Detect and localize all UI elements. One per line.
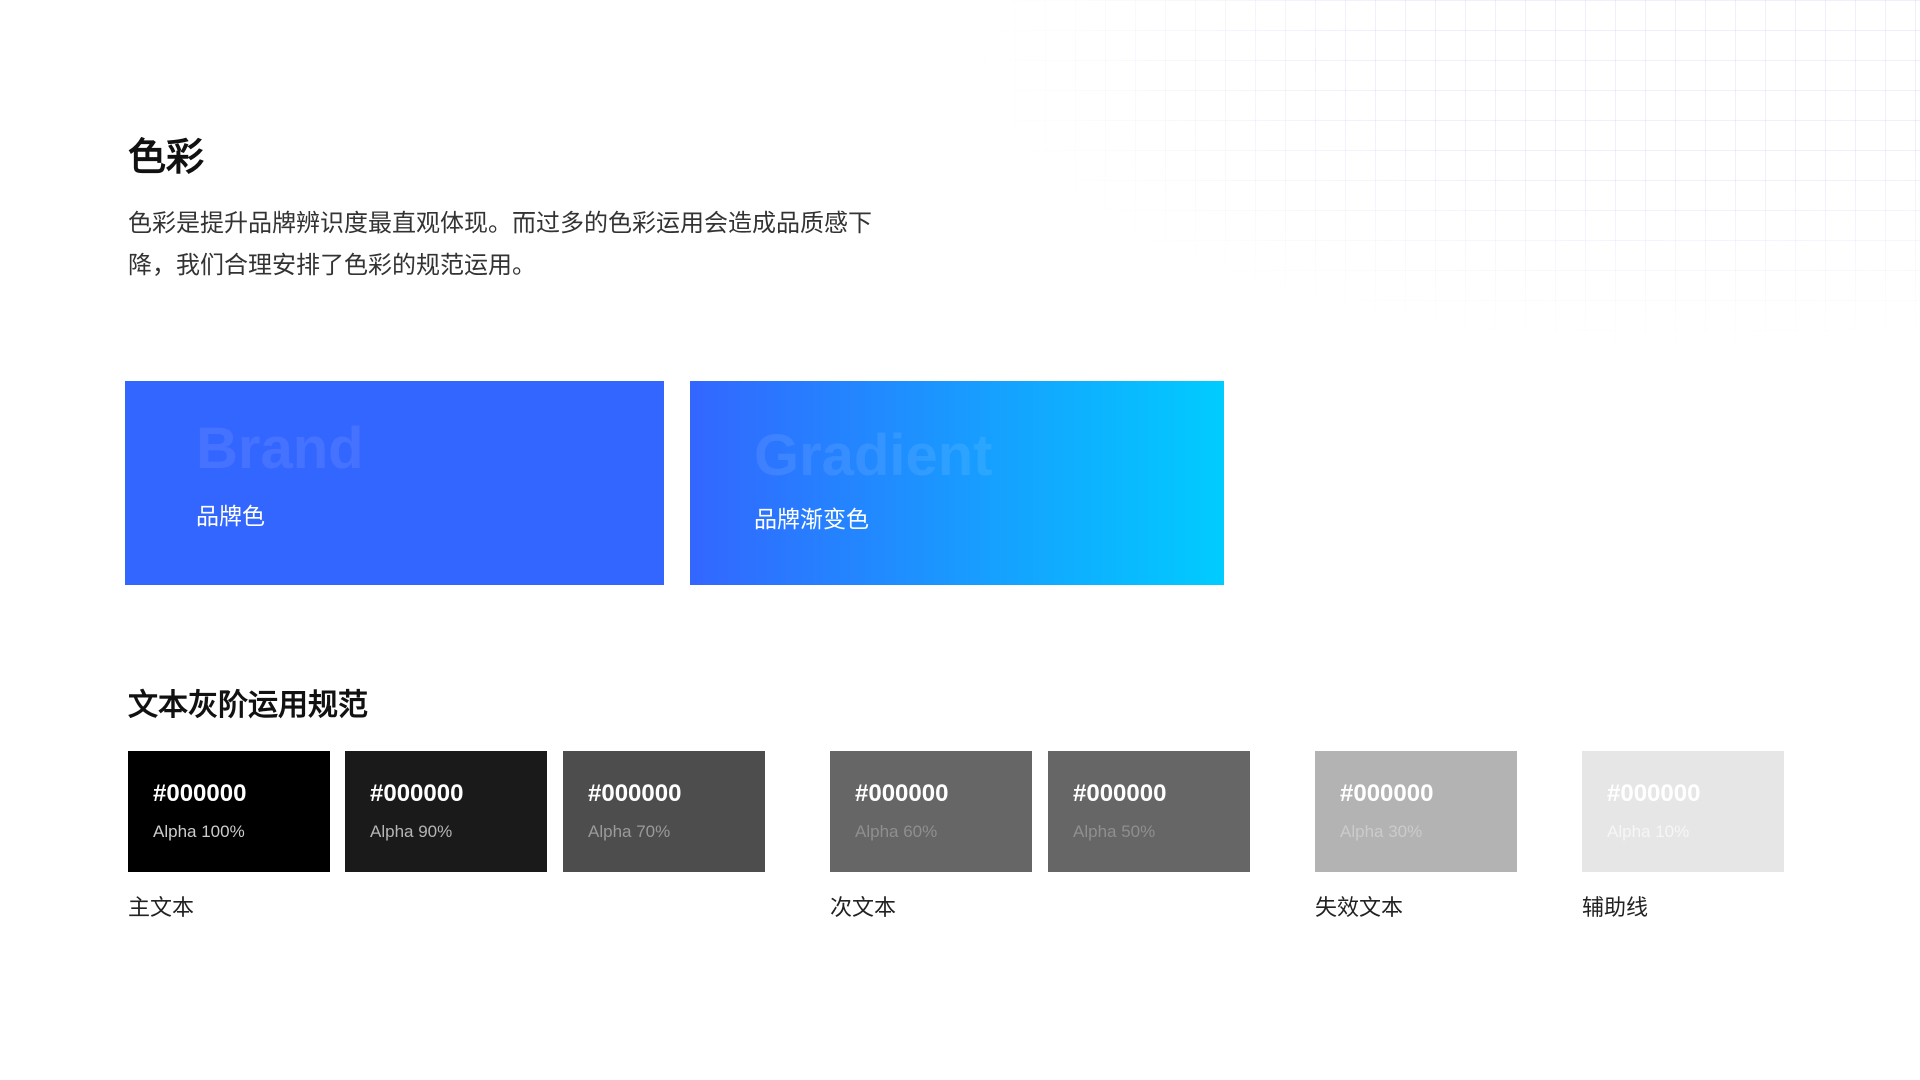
- swatch-alpha-value: Alpha 60%: [855, 822, 938, 841]
- brand-color-card: Brand 品牌色: [125, 381, 664, 585]
- swatch-hex-value: #000000: [370, 780, 464, 807]
- swatch-alpha-value: Alpha 50%: [1073, 822, 1156, 841]
- gradient-color-card: Gradient 品牌渐变色: [690, 381, 1224, 585]
- text-gray-section-title: 文本灰阶运用规范: [128, 689, 368, 722]
- swatch-alpha-value: Alpha 30%: [1340, 822, 1423, 841]
- gray-swatch-alpha-70: #000000 Alpha 70%: [563, 751, 765, 872]
- page-description: 色彩是提升品牌辨识度最直观体现。而过多的色彩运用会造成品质感下降，我们合理安排了…: [128, 210, 872, 279]
- gradient-card-english-label: Gradient: [754, 423, 993, 488]
- swatch-hex-value: #000000: [588, 780, 682, 807]
- gray-swatch-alpha-100: #000000 Alpha 100%: [128, 751, 330, 872]
- group-label-secondary-text: 次文本: [830, 895, 897, 920]
- swatch-hex-value: #000000: [1073, 780, 1167, 807]
- swatch-alpha-value: Alpha 90%: [370, 822, 453, 841]
- swatch-alpha-value: Alpha 10%: [1607, 822, 1690, 841]
- swatch-hex-value: #000000: [1340, 780, 1434, 807]
- swatch-alpha-value: Alpha 100%: [153, 822, 245, 841]
- swatch-alpha-value: Alpha 70%: [588, 822, 671, 841]
- swatch-hex-value: #000000: [153, 780, 247, 807]
- gray-swatch-alpha-30: #000000 Alpha 30%: [1315, 751, 1517, 872]
- gray-swatch-alpha-60: #000000 Alpha 60%: [830, 751, 1032, 872]
- group-label-disabled-text: 失效文本: [1315, 895, 1404, 920]
- gray-swatch-alpha-50: #000000 Alpha 50%: [1048, 751, 1250, 872]
- swatch-hex-value: #000000: [1607, 780, 1701, 807]
- brand-card-english-label: Brand: [196, 416, 364, 481]
- gradient-card-label: 品牌渐变色: [754, 506, 869, 532]
- gray-swatch-alpha-90: #000000 Alpha 90%: [345, 751, 547, 872]
- brand-card-label: 品牌色: [196, 503, 265, 529]
- group-label-primary-text: 主文本: [128, 895, 195, 920]
- grid-background: [745, 0, 1920, 400]
- gray-swatch-alpha-10: #000000 Alpha 10%: [1582, 751, 1784, 872]
- swatch-hex-value: #000000: [855, 780, 949, 807]
- page-title: 色彩: [128, 137, 205, 179]
- group-label-guide-line: 辅助线: [1582, 895, 1649, 920]
